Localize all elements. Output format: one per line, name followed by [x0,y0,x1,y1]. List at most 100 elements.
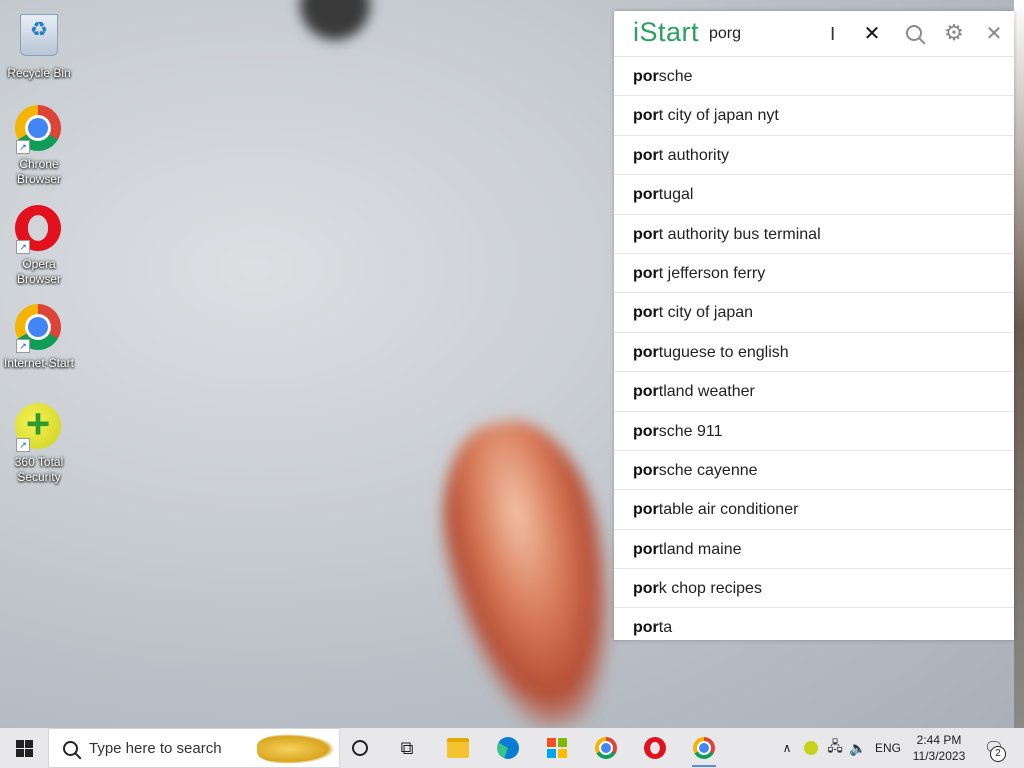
desktop-icon-label: Internet-Start [3,356,75,370]
cortana-icon [352,740,368,756]
suggestion-item[interactable]: portland maine [614,530,1014,570]
tray-360-security[interactable] [802,728,820,768]
suggestion-rest: ta [658,619,673,637]
suggestion-item[interactable]: port city of japan [614,293,1014,333]
chrome-icon: ↗ [15,304,63,353]
suggestion-match: por [633,540,659,558]
taskbar: Type here to search ⧉ ∧ 🖧 🔈 ENG 2:44 PM … [0,728,1024,768]
suggestion-match: por [633,580,659,598]
taskbar-internet-start[interactable] [688,728,720,768]
opera-icon: ↗ [15,205,63,254]
suggestion-rest: k chop recipes [658,580,762,598]
suggestion-item[interactable]: port authority [614,136,1014,176]
suggestion-match: por [633,107,659,125]
suggestion-match: por [633,501,659,519]
desktop-icon-label: Recycle Bin [7,66,71,80]
windows-icon [15,739,33,757]
suggestion-rest: t jefferson ferry [658,264,766,282]
desktop-icon-label: 360 Total Security [14,455,64,484]
suggestion-rest: t authority bus terminal [658,225,821,243]
suggestion-item[interactable]: port jefferson ferry [614,254,1014,294]
suggestion-item[interactable]: portuguese to english [614,333,1014,373]
suggestion-rest: sche cayenne [658,461,758,479]
suggestion-item[interactable]: porsche [614,57,1014,97]
suggestion-match: por [633,461,659,479]
wallpaper-fish [419,406,641,728]
start-button[interactable] [0,728,48,768]
taskbar-file-explorer[interactable] [442,728,474,768]
network-icon[interactable]: 🖧 [826,728,844,768]
suggestion-match: por [633,186,659,204]
search-button[interactable] [901,20,927,46]
suggestion-rest: tuguese to english [658,343,789,361]
suggestion-rest: sche 911 [658,422,723,440]
settings-button[interactable]: ⚙ [941,20,967,46]
store-icon [547,738,567,758]
desktop-icon-label: Opera Browser [16,257,61,286]
wallpaper-edge [1014,0,1024,728]
suggestion-match: por [633,146,659,164]
cortana-button[interactable] [345,728,375,768]
suggestion-rest: t authority [658,146,730,164]
desktop-icon-internet-start[interactable]: ↗ Internet-Start [1,304,77,371]
suggestion-item[interactable]: port city of japan nyt [614,96,1014,136]
language-indicator[interactable]: ENG [874,728,902,768]
show-hidden-icons-button[interactable]: ∧ [778,728,796,768]
suggestion-match: por [633,264,659,282]
istart-search-input[interactable]: porg [709,25,741,43]
suggestion-match: por [633,225,659,243]
close-panel-button[interactable]: ✕ [981,20,1007,46]
suggestion-rest: tland maine [658,540,742,558]
istart-logo: iStart [633,17,700,47]
taskbar-opera[interactable] [639,728,671,768]
clear-search-button[interactable]: ✕ [859,20,885,46]
suggestion-rest: t city of japan nyt [658,107,779,125]
chrome-icon [693,737,715,759]
suggestion-item[interactable]: portland weather [614,372,1014,412]
search-icon [63,741,78,756]
clock-date: 11/3/2023 [912,749,966,763]
360-security-icon [804,741,818,755]
desktop-icon-chrone-browser[interactable]: ↗ Chrone Browser [1,105,77,187]
chrome-icon [595,737,617,759]
desktop-icon-opera-browser[interactable]: ↗ Opera Browser [1,205,77,287]
desktop-icon-recycle-bin[interactable]: Recycle Bin [1,10,77,81]
suggestion-item[interactable]: porsche cayenne [614,451,1014,491]
suggestion-item[interactable]: port authority bus terminal [614,215,1014,254]
task-view-button[interactable]: ⧉ [392,728,422,768]
suggestion-rest: sche [658,68,693,85]
suggestion-item[interactable]: porsche 911 [614,412,1014,451]
desktop: Recycle Bin ↗ Chrone Browser ↗ Opera Bro… [0,0,1024,728]
suggestion-item[interactable]: pork chop recipes [614,569,1014,609]
taskbar-search-box[interactable]: Type here to search [48,728,340,768]
desktop-icon-360-total-security[interactable]: ↗ 360 Total Security [1,401,77,485]
suggestion-match: por [633,68,659,85]
suggestion-match: por [633,619,659,637]
edge-icon [497,737,519,759]
suggestion-list: porsche port city of japan nyt port auth… [614,57,1014,640]
suggestion-item[interactable]: portugal [614,175,1014,215]
taskbar-edge[interactable] [492,728,524,768]
360-security-icon: ↗ [15,401,63,452]
clock[interactable]: 2:44 PM 11/3/2023 [906,728,972,768]
suggestion-match: por [633,343,659,361]
taskbar-chrome[interactable] [590,728,622,768]
active-indicator [692,765,716,767]
search-icon [906,25,922,41]
suggestion-item[interactable]: portable air conditioner [614,490,1014,530]
taskbar-store[interactable] [541,728,573,768]
recycle-bin-icon [15,14,63,62]
wallpaper-shape [300,0,370,40]
suggestion-rest: tland weather [658,383,755,401]
suggestion-match: por [633,383,659,401]
suggestion-match: por [633,422,659,440]
notification-count-badge: 2 [990,746,1006,762]
text-cursor-icon: I [830,24,836,45]
folder-icon [447,738,469,758]
notifications-button[interactable]: 🗨 2 [980,728,1008,768]
suggestion-rest: tugal [658,186,694,204]
suggestion-match: por [633,304,659,322]
opera-icon [644,737,666,759]
suggestion-item[interactable]: porta [614,608,1014,640]
volume-icon[interactable]: 🔈 [848,728,868,768]
